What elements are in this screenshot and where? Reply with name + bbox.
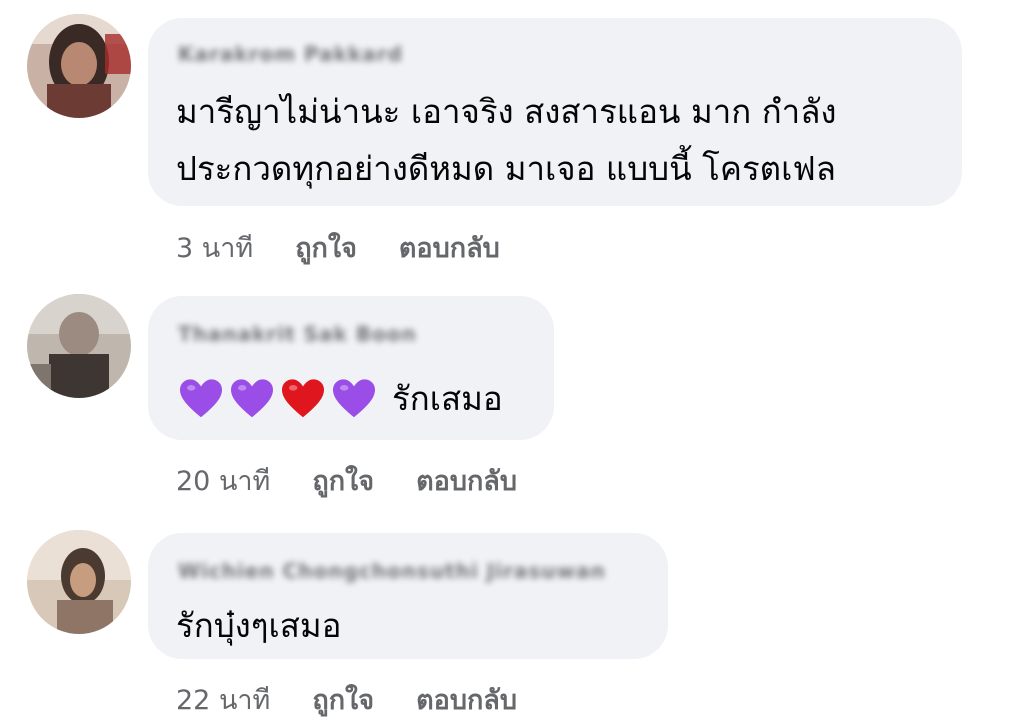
purple-heart-icon bbox=[178, 378, 224, 420]
comment-actions: 20 นาที ถูกใจ ตอบกลับ bbox=[176, 459, 517, 502]
timestamp[interactable]: 22 นาที bbox=[176, 678, 270, 721]
red-heart-icon bbox=[280, 378, 326, 420]
comment-text: รักบุ๋งๆเสมอ bbox=[176, 606, 342, 645]
comment-text: รักเสมอ bbox=[392, 379, 503, 418]
comment-content: รักเสมอ bbox=[178, 372, 503, 425]
avatar[interactable] bbox=[27, 294, 131, 398]
author-name[interactable]: Wichien Chongchonsuthi Jirasuwan bbox=[178, 559, 606, 583]
avatar-image bbox=[27, 14, 131, 118]
purple-heart-icon bbox=[331, 378, 377, 420]
comment-actions: 3 นาที ถูกใจ ตอบกลับ bbox=[176, 226, 500, 269]
like-button[interactable]: ถูกใจ bbox=[312, 459, 374, 502]
reply-button[interactable]: ตอบกลับ bbox=[416, 678, 517, 721]
reply-button[interactable]: ตอบกลับ bbox=[416, 459, 517, 502]
comment-text-line-2: ประกวดทุกอย่างดีหมด มาเจอ แบบนี้ โครตเฟล bbox=[176, 149, 836, 188]
comment-actions: 22 นาที ถูกใจ ตอบกลับ bbox=[176, 678, 517, 721]
timestamp[interactable]: 3 นาที bbox=[176, 226, 253, 269]
like-button[interactable]: ถูกใจ bbox=[312, 678, 374, 721]
like-button[interactable]: ถูกใจ bbox=[295, 226, 357, 269]
author-name[interactable]: Thanakrit Sak Boon bbox=[178, 322, 417, 346]
reply-button[interactable]: ตอบกลับ bbox=[399, 226, 500, 269]
author-name[interactable]: Karakrom Pakkard bbox=[178, 42, 403, 66]
comment-text-line-1: มารีญาไม่น่านะ เอาจริง สงสารแอน มาก กำลั… bbox=[176, 92, 837, 131]
avatar-image bbox=[27, 294, 131, 398]
purple-heart-icon bbox=[229, 378, 275, 420]
timestamp[interactable]: 20 นาที bbox=[176, 459, 270, 502]
avatar[interactable] bbox=[27, 530, 131, 634]
avatar-image bbox=[27, 530, 131, 634]
avatar[interactable] bbox=[27, 14, 131, 118]
